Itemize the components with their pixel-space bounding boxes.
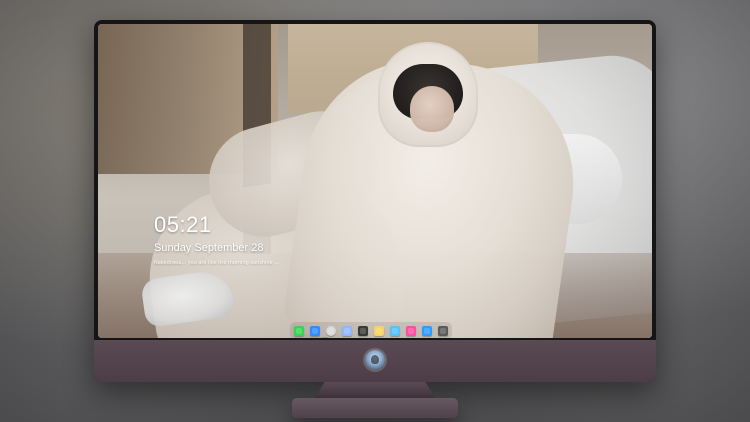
lock-screen-overlay: 05:21 Sunday September 28 Nakedness... y… [154, 212, 280, 267]
monitor-logo-icon [365, 350, 385, 370]
imac-monitor: 05:21 Sunday September 28 Nakedness... y… [94, 20, 656, 382]
settings-app-icon[interactable] [326, 326, 336, 336]
screen: 05:21 Sunday September 28 Nakedness... y… [98, 24, 652, 338]
finder-app-icon[interactable] [310, 326, 320, 336]
camera-app-icon[interactable] [438, 326, 448, 336]
lock-subtext: Nakedness... you are like the morning su… [154, 260, 280, 266]
monitor-chin [94, 340, 656, 382]
preview-app-icon[interactable] [342, 326, 352, 336]
photos-app-icon[interactable] [390, 326, 400, 336]
desktop-stage: 05:21 Sunday September 28 Nakedness... y… [0, 0, 750, 422]
monitor-stand-base [292, 398, 458, 418]
clapper-app-icon[interactable] [358, 326, 368, 336]
notes-app-icon[interactable] [374, 326, 384, 336]
lock-time: 05:21 [154, 212, 212, 237]
messages-app-icon[interactable] [294, 326, 304, 336]
monitor-stand-neck [315, 382, 435, 398]
app-store-app-icon[interactable] [422, 326, 432, 336]
lock-date: Sunday September 28 [154, 242, 264, 254]
music-app-icon[interactable] [406, 326, 416, 336]
wallpaper-person-face [410, 86, 454, 132]
dock [290, 322, 452, 338]
